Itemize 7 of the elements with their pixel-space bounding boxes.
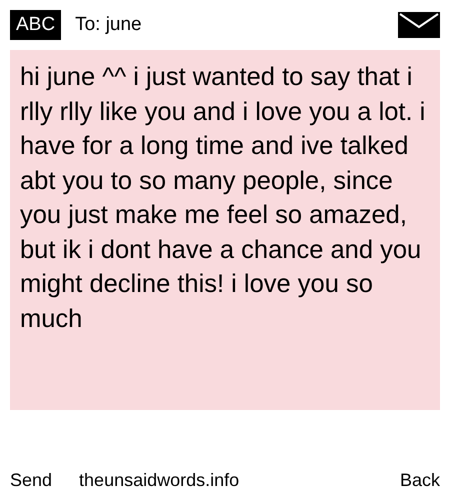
input-mode-badge: ABC	[10, 10, 62, 40]
send-button[interactable]: Send	[10, 467, 52, 494]
back-button[interactable]: Back	[400, 467, 440, 494]
message-text: hi june ^^ i just wanted to say that i rlly rlly like you and i love you a lot. i have for a long time and ive talked abt you to so many people, since you just make me feel so amazed, but ik i dont have a chance and you might decline this! i love you so much	[10, 50, 440, 410]
envelope-icon	[398, 12, 440, 38]
recipient-label: To: june	[75, 12, 142, 37]
site-link[interactable]: theunsaidwords.info	[79, 467, 240, 494]
